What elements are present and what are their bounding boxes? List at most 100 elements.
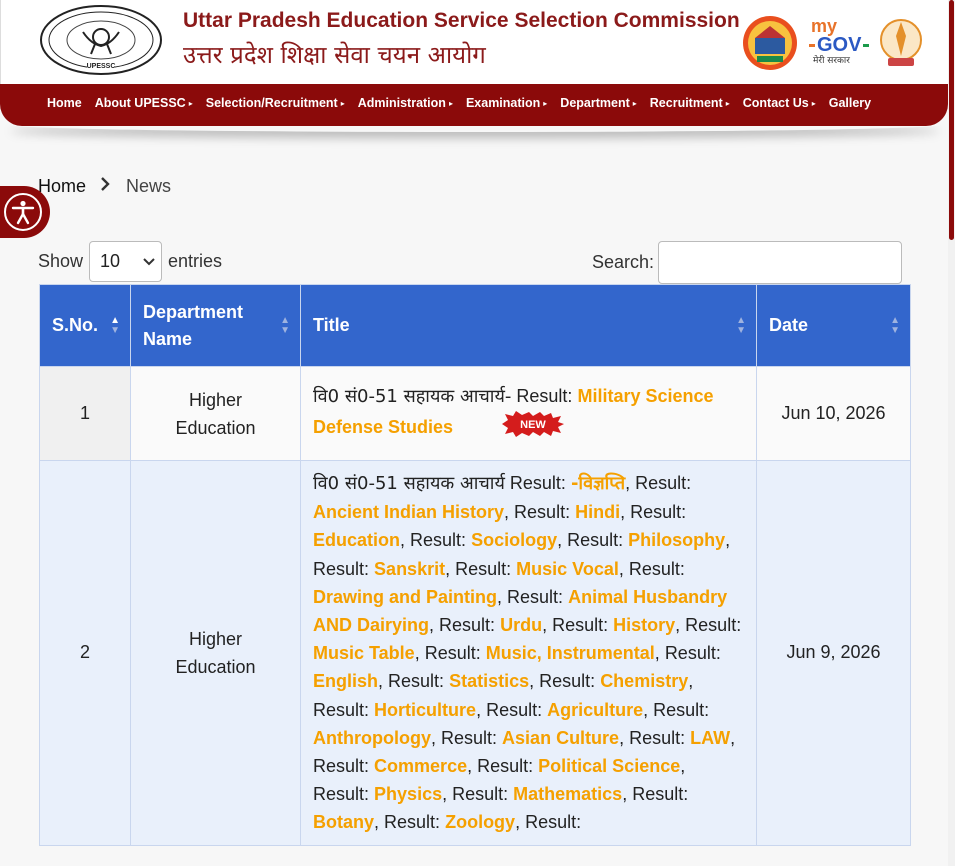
svg-text:GOV: GOV [817,34,862,56]
cell-department: Higher Education [130,460,301,846]
cell-date: Jun 10, 2026 [756,366,911,461]
page-scrollbar-thumb[interactable] [949,0,954,240]
result-link[interactable]: Music Vocal [516,559,619,579]
cell-department: Higher Education [130,366,301,461]
result-label: Result: [635,473,692,493]
breadcrumb-home-link[interactable]: Home [38,176,86,197]
site-header: UPESSC Uttar Pradesh Education Service S… [0,0,948,86]
search-input[interactable] [658,241,903,284]
result-label: Result: [630,502,687,523]
result-link[interactable]: History [613,615,675,635]
result-link[interactable]: Horticulture [374,700,476,720]
nav-item-recruitment[interactable]: Recruitment ▸ [650,96,730,110]
result-link[interactable]: Physics [374,784,442,804]
result-label: Result: [629,727,686,748]
result-label: Result: [552,615,609,636]
result-link[interactable]: Music, Instrumental [486,643,655,663]
result-label: Result: [664,643,721,664]
result-link[interactable]: Drawing and Painting [313,587,497,607]
result-link[interactable]: Ancient Indian History [313,502,504,522]
nav-item-about-upessc[interactable]: About UPESSC ▸ [95,96,193,110]
result-link[interactable]: LAW [690,728,730,748]
nav-item-contact-us[interactable]: Contact Us ▸ [743,96,816,110]
result-label: Result: [632,784,689,805]
result-label: Result: [424,643,481,664]
cell-sno: 1 [39,366,131,461]
accessibility-button[interactable] [0,186,50,238]
nav-item-administration[interactable]: Administration ▸ [358,96,453,110]
result-link[interactable]: Music Table [313,643,415,663]
result-label: Result: [388,671,445,692]
result-link[interactable]: Agriculture [547,700,643,720]
result-label: Result: [509,473,566,493]
result-link[interactable]: Philosophy [628,530,725,550]
result-link[interactable]: English [313,671,378,691]
nav-list: Home About UPESSC ▸ Selection/Recruitment ▸ A… [47,96,884,110]
caret-right-icon: ▸ [448,98,453,108]
result-link[interactable]: Botany [313,812,374,832]
result-link[interactable]: Commerce [374,756,467,776]
result-link[interactable]: Mathematics [513,784,622,804]
upessc-logo[interactable]: UPESSC [39,4,163,76]
result-label: Result: [525,812,582,833]
result-link[interactable]: Sociology [471,530,557,550]
result-link[interactable]: Urdu [500,615,542,635]
result-link[interactable]: -विज्ञप्ति [571,473,625,494]
result-label: Result: [455,558,512,579]
sort-header-sno[interactable]: S.No. ▲ ▼ [39,284,131,367]
result-link[interactable]: Statistics [449,671,529,691]
main-navbar: Home About UPESSC ▸ Selection/Recruitment ▸ A… [0,84,948,126]
breadcrumb-current: News [126,176,172,196]
site-title-english: Uttar Pradesh Education Service Selectio… [183,9,740,32]
svg-text:मेरी सरकार: मेरी सरकार [813,54,850,66]
result-label: Result: [486,699,543,720]
caret-right-icon: ▸ [632,98,637,108]
result-link[interactable]: Asian Culture [502,728,619,748]
up-emblem-icon[interactable] [878,14,924,70]
cell-date: Jun 9, 2026 [756,460,911,846]
sort-header-department[interactable]: Department Name ▲ ▼ [130,284,301,367]
result-label: Result: [313,756,370,777]
new-badge: NEW [502,411,565,445]
page-scrollbar[interactable] [948,0,955,866]
result-label: Result: [653,699,710,720]
result-link[interactable]: Sanskrit [374,559,445,579]
nav-item-gallery[interactable]: Gallery [829,96,871,110]
result-link[interactable]: Chemistry [600,671,688,691]
result-link[interactable]: Education [313,530,400,550]
result-label: Result: [514,502,571,523]
sort-header-title[interactable]: Title ▲ ▼ [300,284,757,367]
table-row: 2 Higher Education वि0 सं0-51 सहायक आचार… [39,460,911,846]
result-label: Result: [441,727,498,748]
result-label: Result: [507,586,564,607]
mygov-logo[interactable]: my GOV मेरी सरकार [807,14,873,66]
result-label: Result: [628,558,685,579]
result-link[interactable]: Anthropology [313,728,431,748]
result-label: Result: [567,530,624,551]
result-label: Result: [439,615,496,636]
kumbh-logo-icon[interactable] [741,14,799,72]
result-label: Result: [539,671,596,692]
nav-item-selection-recruitment[interactable]: Selection/Recruitment ▸ [206,96,345,110]
result-link[interactable]: Hindi [575,502,620,522]
svg-text:UPESSC: UPESSC [87,63,116,70]
result-label: Result: [685,615,742,636]
sort-header-date[interactable]: Date ▲ ▼ [756,284,911,367]
nav-item-department[interactable]: Department ▸ [560,96,636,110]
sort-icon: ▲ ▼ [890,314,900,336]
entries-select[interactable]: 10 [89,241,163,282]
entries-select-value: 10 [100,251,121,271]
result-label: Result: [477,756,534,777]
result-link[interactable]: Political Science [538,756,680,776]
result-link[interactable]: Zoology [445,812,515,832]
result-label: Result: [313,784,370,805]
result-label: Result: [384,812,441,833]
search-control: Search: [592,241,903,284]
caret-right-icon: ▸ [188,98,193,108]
title-prefix: वि0 सं0-51 सहायक आचार्य- [313,385,512,407]
sort-icon: ▲ ▼ [736,314,746,336]
search-label: Search: [592,252,655,272]
svg-text:NEW: NEW [520,419,546,431]
nav-item-examination[interactable]: Examination ▸ [466,96,547,110]
nav-item-home[interactable]: Home [47,96,82,110]
